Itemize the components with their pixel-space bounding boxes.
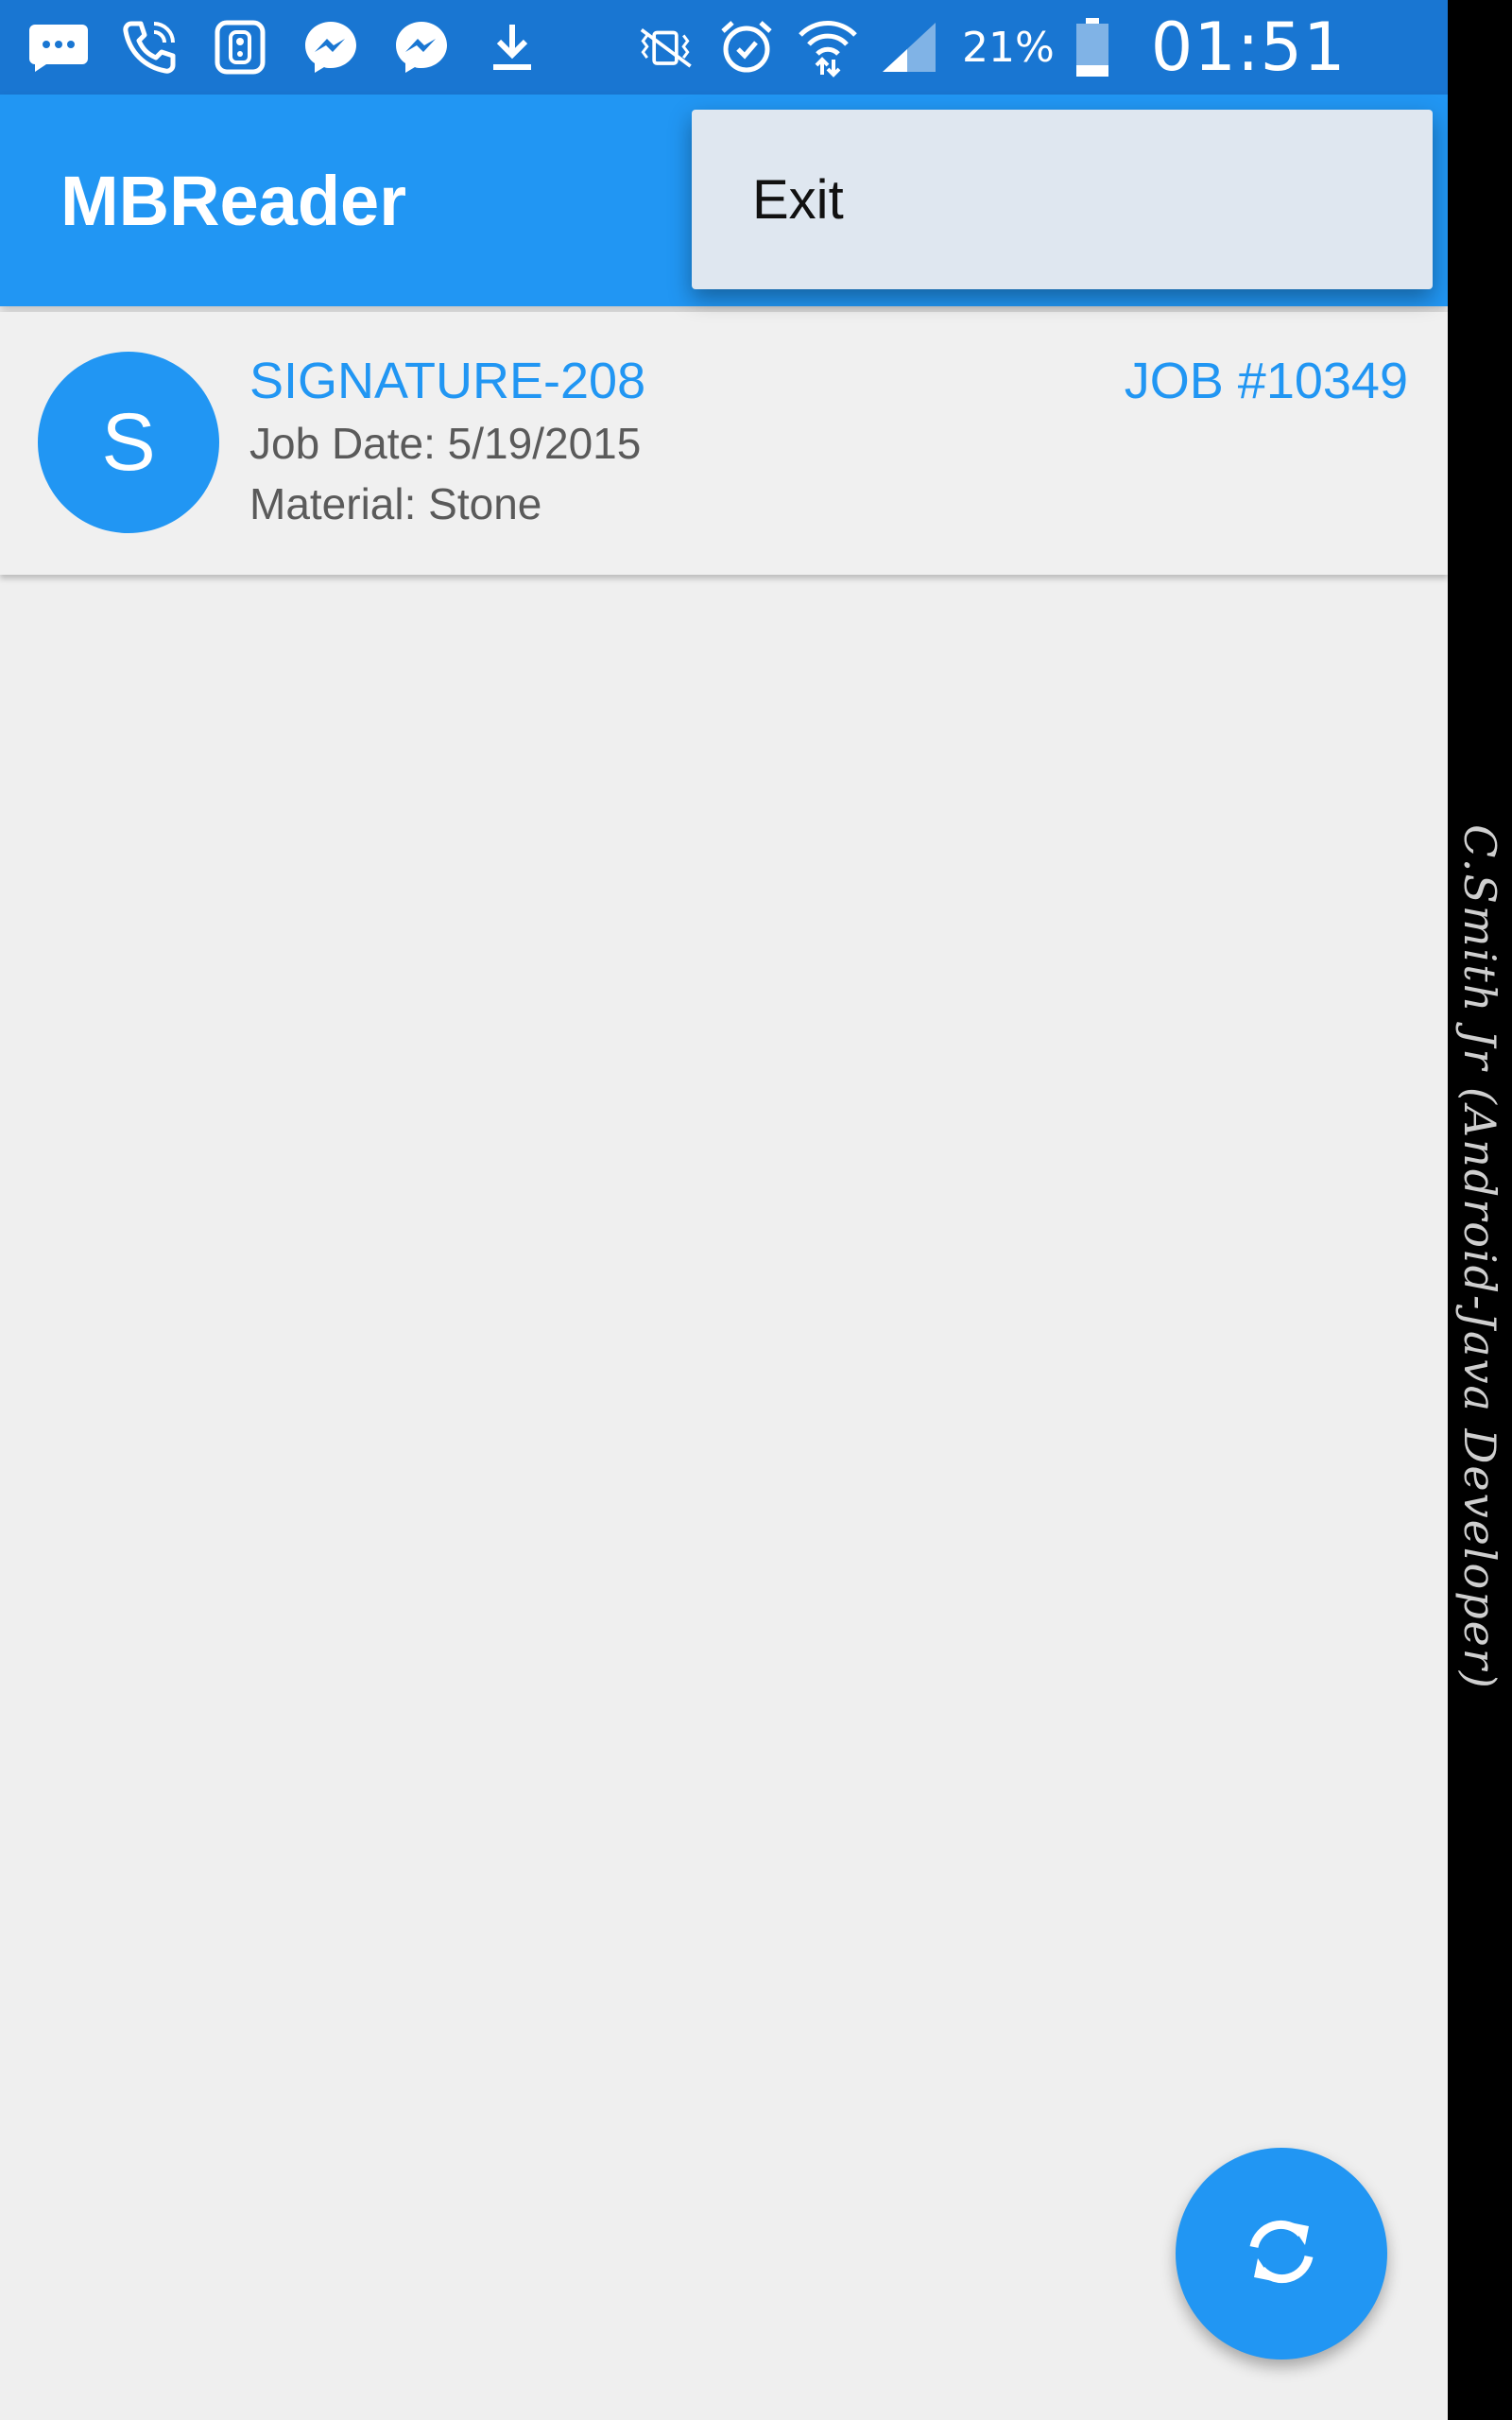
download-icon (480, 15, 544, 79)
app-title: MBReader (60, 162, 406, 240)
job-date: Job Date: 5/19/2015 (249, 419, 642, 468)
job-name: SIGNATURE-208 (249, 353, 646, 409)
alarm-icon (714, 15, 779, 79)
messenger-icon (389, 15, 454, 79)
developer-signature: C.Smith Jr (Android-Java Developer) (1454, 824, 1505, 1690)
sync-fab-button[interactable] (1176, 2148, 1387, 2360)
message-icon (26, 15, 91, 79)
job-material: Material: Stone (249, 479, 542, 528)
overflow-menu: Exit (692, 110, 1433, 289)
messenger-icon (299, 15, 363, 79)
vibrate-off-icon (633, 15, 697, 79)
system-icons: 21% 01:51 (633, 9, 1347, 86)
job-number: JOB #10349 (1124, 353, 1408, 409)
battery-percent: 21% (962, 23, 1055, 72)
phone-wifi-call-icon (117, 15, 181, 79)
status-clock: 01:51 (1150, 9, 1347, 86)
sync-icon (1239, 2209, 1324, 2299)
menu-item-exit-label: Exit (752, 169, 844, 231)
cell-signal-icon (877, 15, 941, 79)
menu-item-exit[interactable]: Exit (692, 110, 1433, 289)
job-avatar: S (38, 352, 219, 533)
job-list-item[interactable]: S SIGNATURE-208 JOB #10349 Job Date: 5/1… (0, 312, 1448, 575)
status-bar: 21% 01:51 (0, 0, 1448, 95)
avatar-letter: S (101, 396, 156, 488)
remote-icon (208, 15, 272, 79)
app-screen: 21% 01:51 MBReader Exit S SIGNATURE-208 … (0, 0, 1448, 2420)
wifi-icon (796, 15, 860, 79)
notification-icons (26, 13, 544, 81)
battery-icon (1072, 15, 1113, 79)
